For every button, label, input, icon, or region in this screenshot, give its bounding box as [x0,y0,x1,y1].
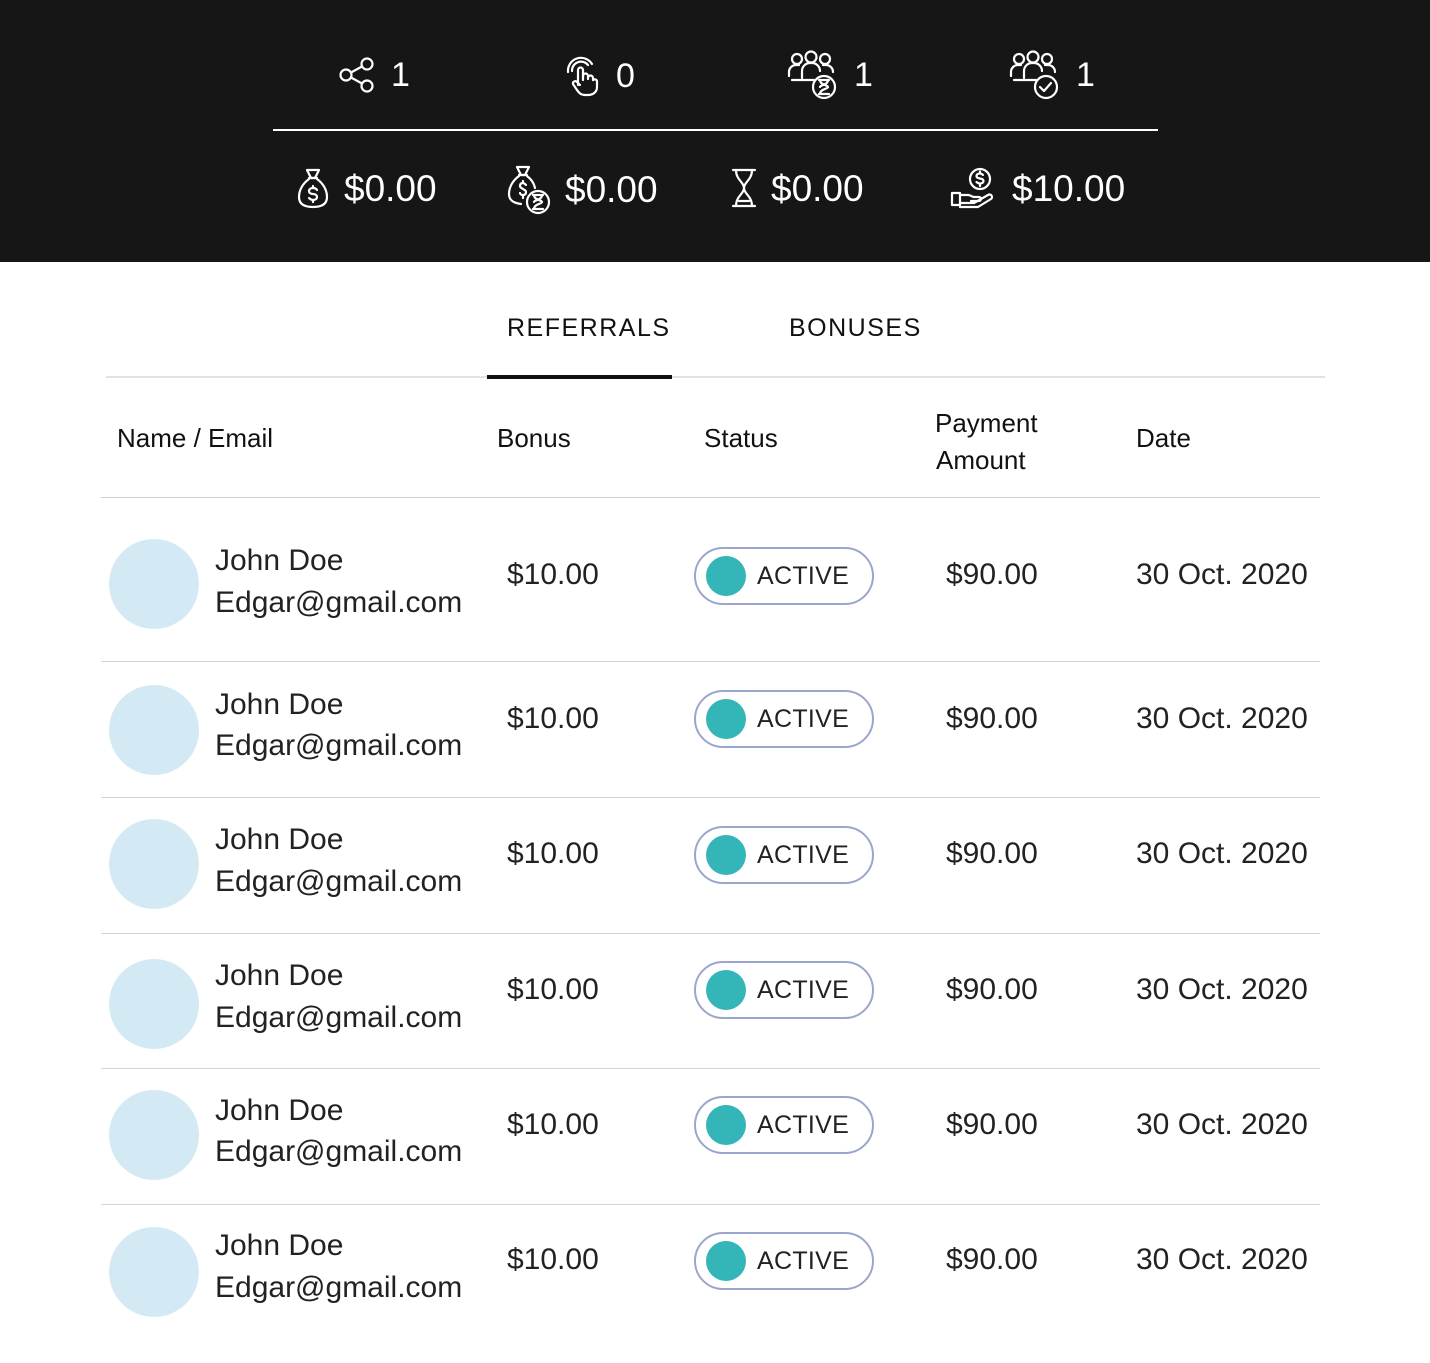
status-badge[interactable]: ACTIVE [694,826,874,884]
hourglass-icon [731,168,757,208]
stat-awaiting-value: $0.00 [771,167,864,209]
table-row[interactable]: John Doe Edgar@gmail.com $10.00 ACTIVE $… [101,1069,1320,1205]
avatar [109,1227,199,1317]
referral-date: 30 Oct. 2020 [1136,702,1308,735]
users-pending-icon [786,50,840,100]
money-bag-icon [296,166,330,210]
stat-pending-referrals-value: 1 [854,56,873,94]
tab-referrals[interactable]: REFERRALS [507,314,671,343]
status-badge[interactable]: ACTIVE [694,690,874,748]
payment-amount: $90.00 [946,702,1038,735]
column-header-date: Date [1136,423,1191,453]
avatar [109,685,199,775]
status-label: ACTIVE [757,975,850,1004]
stats-header: 1 0 1 1 $0.00 $0.00 $0.00 $10.00 [0,0,1430,262]
table-row[interactable]: John Doe Edgar@gmail.com $10.00 ACTIVE $… [101,1205,1320,1363]
stat-clicks: 0 [562,55,635,97]
status-label: ACTIVE [757,840,850,869]
payment-amount: $90.00 [946,973,1038,1006]
referral-date: 30 Oct. 2020 [1136,1108,1308,1141]
bonus-value: $10.00 [507,973,599,1006]
status-dot [706,970,746,1010]
hand-coin-icon [950,167,998,209]
share-icon [337,55,377,95]
stat-pending-earnings: $0.00 [507,163,658,215]
status-dot [706,699,746,739]
referral-name: John Doe [215,959,344,992]
referral-name: John Doe [215,1094,344,1127]
stat-shares-value: 1 [391,56,410,94]
status-label: ACTIVE [757,704,850,733]
bonus-value: $10.00 [507,1108,599,1141]
bonus-value: $10.00 [507,558,599,591]
users-approved-icon [1008,50,1062,100]
stat-paid-out-value: $10.00 [1012,167,1126,209]
payment-amount: $90.00 [946,1243,1038,1276]
column-header-payment-line2: Amount [936,445,1026,475]
stat-pending-referrals: 1 [786,50,873,100]
active-tab-indicator [487,375,672,379]
avatar [109,959,199,1049]
column-header-payment-line1: Payment [935,408,1038,438]
status-badge[interactable]: ACTIVE [694,547,874,605]
bonus-value: $10.00 [507,702,599,735]
stat-awaiting: $0.00 [731,168,864,208]
stat-total-earned-value: $0.00 [344,167,437,209]
status-label: ACTIVE [757,1246,850,1275]
status-label: ACTIVE [757,1110,850,1139]
referral-date: 30 Oct. 2020 [1136,1243,1308,1276]
column-header-name: Name / Email [117,423,274,453]
payment-amount: $90.00 [946,1108,1038,1141]
referral-name: John Doe [215,544,344,577]
column-header-status: Status [704,423,778,453]
stat-pending-earnings-value: $0.00 [565,168,658,210]
referral-email: Edgar@gmail.com [215,586,463,619]
table-row[interactable]: John Doe Edgar@gmail.com $10.00 ACTIVE $… [101,934,1320,1069]
status-dot [706,1105,746,1145]
payment-amount: $90.00 [946,558,1038,591]
bonus-value: $10.00 [507,1243,599,1276]
referral-email: Edgar@gmail.com [215,1135,463,1168]
stat-paid-out: $10.00 [950,167,1125,209]
status-dot [706,835,746,875]
status-dot [706,1241,746,1281]
tabs-divider [106,376,1325,378]
referral-email: Edgar@gmail.com [215,1271,463,1304]
status-badge[interactable]: ACTIVE [694,1096,874,1154]
referral-date: 30 Oct. 2020 [1136,558,1308,591]
stat-total-earned: $0.00 [296,166,437,210]
referral-name: John Doe [215,823,344,856]
stat-approved-referrals-value: 1 [1076,56,1095,94]
table-row[interactable]: John Doe Edgar@gmail.com $10.00 ACTIVE $… [101,662,1320,798]
table-row[interactable]: John Doe Edgar@gmail.com $10.00 ACTIVE $… [101,498,1320,662]
status-label: ACTIVE [757,561,850,590]
referral-date: 30 Oct. 2020 [1136,973,1308,1006]
bonus-value: $10.00 [507,837,599,870]
tab-bonuses[interactable]: BONUSES [789,314,922,343]
payment-amount: $90.00 [946,837,1038,870]
referral-name: John Doe [215,688,344,721]
referral-email: Edgar@gmail.com [215,1001,463,1034]
stat-clicks-value: 0 [616,57,635,95]
stat-shares: 1 [337,55,410,95]
stat-approved-referrals: 1 [1008,50,1095,100]
referral-email: Edgar@gmail.com [215,729,463,762]
status-badge[interactable]: ACTIVE [694,961,874,1019]
money-bag-pending-icon [507,163,551,215]
referral-email: Edgar@gmail.com [215,865,463,898]
table-row[interactable]: John Doe Edgar@gmail.com $10.00 ACTIVE $… [101,798,1320,934]
tap-icon [562,55,602,97]
referral-name: John Doe [215,1229,344,1262]
stats-divider [273,129,1158,131]
status-badge[interactable]: ACTIVE [694,1232,874,1290]
referral-date: 30 Oct. 2020 [1136,837,1308,870]
avatar [109,819,199,909]
avatar [109,539,199,629]
avatar [109,1090,199,1180]
column-header-bonus: Bonus [497,423,571,453]
status-dot [706,556,746,596]
